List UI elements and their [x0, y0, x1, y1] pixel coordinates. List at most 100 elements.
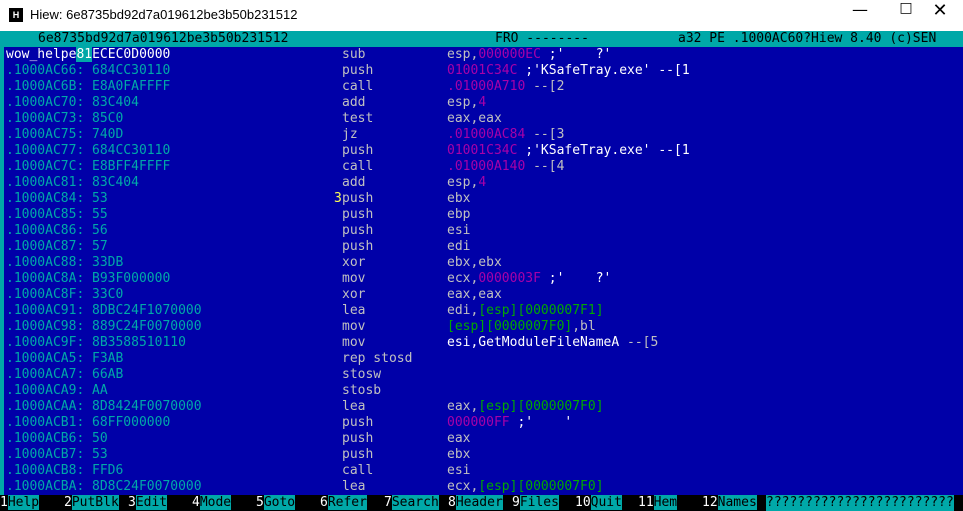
disasm-line[interactable]: .1000ACB7: 53 push ebx [0, 447, 963, 463]
line-mnemonic: jz [342, 127, 358, 142]
line-address: wow_helpe81ECEC0D0000 [6, 47, 170, 63]
fkey-mode[interactable]: 4Mode [192, 495, 232, 511]
disasm-line[interactable]: .1000AC70: 83C404 add esp,4 [0, 95, 963, 111]
fkey-goto[interactable]: 5Goto [256, 495, 296, 511]
disasm-line[interactable]: .1000AC85: 55 push ebp [0, 207, 963, 223]
operand-part: esi [447, 463, 471, 478]
operand-part: ;' ' [509, 415, 573, 430]
line-operands: esp,4 [447, 95, 486, 111]
disasm-line[interactable]: .1000AC81: 83C404 add esp,4 [0, 175, 963, 191]
line-bytes: 33C0 [92, 287, 124, 302]
line-address: .1000ACA5: [6, 351, 85, 366]
disasm-line[interactable]: .1000AC88: 33DB xor ebx,ebx [0, 255, 963, 271]
operand-part: .01000A710 [447, 79, 526, 94]
disasm-line[interactable]: .1000AC66: 684CC30110 push 01001C34C ;'KSaf… [0, 63, 963, 79]
operand-part: ;'KSafeTray.exe' --[1 [517, 143, 690, 158]
fkey-number: 10 [575, 495, 591, 510]
disasm-line[interactable]: .1000ACA9: AA stosb [0, 383, 963, 399]
line-bytes: E8BFF4FFFF [92, 159, 171, 174]
disasm-line[interactable]: wow_helpe81ECEC0D0000 sub esp,000000EC ;' … [0, 47, 963, 63]
line-bytes: 8D8424F0070000 [92, 399, 202, 414]
fkey-names[interactable]: 12Names [702, 495, 757, 511]
disasm-line[interactable]: .1000ACA7: 66AB stosw [0, 367, 963, 383]
fkey-hem[interactable]: 11Hem [638, 495, 678, 511]
line-mnemonic: push [342, 63, 374, 78]
xref-marker[interactable]: --[3 [525, 127, 564, 142]
disasm-line[interactable]: .1000AC87: 57 push edi [0, 239, 963, 255]
disassembly-view[interactable]: wow_helpe81ECEC0D0000 sub esp,000000EC ;' … [0, 47, 963, 495]
disasm-line[interactable]: .1000AC6B: E8A0FAFFFF call .01000A710 --[2 [0, 79, 963, 95]
disasm-line[interactable]: .1000ACAA: 8D8424F0070000 lea eax,[esp][000… [0, 399, 963, 415]
line-symbol: wow_helpe [6, 47, 77, 62]
disasm-line[interactable]: .1000AC73: 85C0 test eax,eax [0, 111, 963, 127]
operand-part: [esp][0000007F0] [447, 319, 573, 334]
line-address: .1000AC9F: [6, 335, 85, 350]
minimize-button[interactable]: — [837, 0, 883, 31]
fkey-number: 9 [512, 495, 520, 510]
fkey-number: 7 [384, 495, 392, 510]
disasm-line[interactable]: .1000AC8A: B93F000000 mov ecx,0000003F ;' ?… [0, 271, 963, 287]
hiew-console[interactable]: 6e8735bd92d7a019612be3b50b231512 FRO ---… [0, 31, 963, 511]
operand-part: esp, [447, 175, 479, 190]
fkey-bar-filler: ???????????????????????? [766, 495, 954, 511]
fkey-edit[interactable]: 3Edit [128, 495, 168, 511]
line-address: .1000ACAA: [6, 399, 85, 414]
operand-part: eax,eax [447, 111, 502, 126]
disasm-line[interactable]: .1000ACB6: 50 push eax [0, 431, 963, 447]
fkey-putblk[interactable]: 2PutBlk [64, 495, 119, 511]
line-mnemonic: push [342, 143, 374, 158]
fkey-label: Goto [263, 495, 296, 510]
operand-part: ecx, [447, 271, 479, 286]
line-mnemonic: lea [342, 303, 366, 318]
line-operands: eax,eax [447, 111, 502, 127]
disasm-line[interactable]: .1000AC91: 8DBC24F1070000 lea edi,[esp][000… [0, 303, 963, 319]
line-mnemonic: lea [342, 399, 366, 414]
fkey-help[interactable]: 1Help [0, 495, 40, 511]
fkey-files[interactable]: 9Files [512, 495, 559, 511]
xref-marker[interactable]: --[5 [619, 335, 658, 350]
line-mnemonic: stosw [342, 367, 382, 382]
disasm-line[interactable]: .1000AC77: 684CC30110 push 01001C34C ;'KSaf… [0, 143, 963, 159]
line-operands: edi,[esp][0000007F1] [447, 303, 604, 319]
window-titlebar[interactable]: H Hiew: 6e8735bd92d7a019612be3b50b231512… [0, 0, 963, 32]
disasm-line[interactable]: .1000AC9F: 8B3588510110 mov esi,GetModuleFi… [0, 335, 963, 351]
disasm-line[interactable]: .1000AC8F: 33C0 xor eax,eax [0, 287, 963, 303]
line-bytes: FFD6 [92, 463, 124, 478]
disasm-line[interactable]: .1000AC86: 56 push esi [0, 223, 963, 239]
line-address: .1000AC88: [6, 255, 85, 270]
xref-marker[interactable]: --[4 [525, 159, 564, 174]
line-bytes: E8A0FAFFFF [92, 79, 171, 94]
line-operands: ebx [447, 191, 470, 207]
disasm-line[interactable]: .1000AC75: 740D jz .01000AC84 --[3 [0, 127, 963, 143]
line-address: .1000AC75: [6, 127, 85, 142]
window-title: Hiew: 6e8735bd92d7a019612be3b50b231512 [30, 7, 298, 22]
line-address: .1000AC86: [6, 223, 85, 238]
line-operands: eax,eax [447, 287, 502, 303]
line-mnemonic: lea [342, 479, 366, 494]
disasm-line[interactable]: .1000AC84: 53 3 push ebx [0, 191, 963, 207]
disasm-line[interactable]: .1000ACBA: 8D8C24F0070000 lea ecx,[esp][000… [0, 479, 963, 495]
operand-part: 4 [478, 175, 487, 190]
line-bytes: F3AB [92, 351, 124, 366]
disasm-line[interactable]: .1000AC98: 889C24F0070000 mov [esp][0000007… [0, 319, 963, 335]
fkey-header[interactable]: 8Header [448, 495, 503, 511]
line-address: .1000AC70: [6, 95, 85, 110]
line-operands: 000000FF ;' ' [447, 415, 572, 431]
cursor-highlight[interactable]: 81 [76, 47, 93, 62]
operand-part: 000000FF [447, 415, 510, 430]
close-button[interactable]: ✕ [917, 0, 963, 31]
line-bytes: 684CC30110 [92, 63, 171, 78]
disasm-line[interactable]: .1000ACB8: FFD6 call esi [0, 463, 963, 479]
disasm-line[interactable]: .1000ACA5: F3AB rep stosd [0, 351, 963, 367]
operand-part: edi [447, 239, 471, 254]
disasm-line[interactable]: .1000AC7C: E8BFF4FFFF call .01000A140 --[4 [0, 159, 963, 175]
fkey-quit[interactable]: 10Quit [575, 495, 622, 511]
line-bytes: 83C404 [92, 95, 139, 110]
fkey-label: Names [717, 495, 757, 510]
xref-marker[interactable]: --[2 [525, 79, 564, 94]
disasm-line[interactable]: .1000ACB1: 68FF000000 push 000000FF ;' ' [0, 415, 963, 431]
line-mnemonic: rep stosd [342, 351, 413, 366]
fkey-refer[interactable]: 6Refer [320, 495, 367, 511]
line-operands: .01000A710 --[2 [447, 79, 564, 95]
fkey-search[interactable]: 7Search [384, 495, 439, 511]
